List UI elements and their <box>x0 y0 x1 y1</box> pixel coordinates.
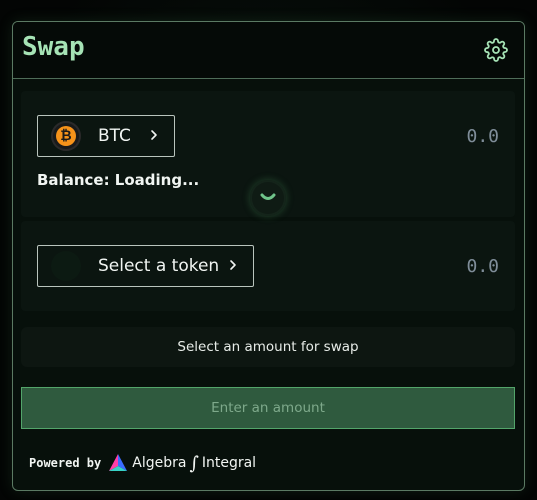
to-token-select-button[interactable]: Select a token <box>37 245 254 287</box>
algebra-brand: Algebra <box>132 455 187 471</box>
chevron-right-icon <box>230 260 236 270</box>
from-token-symbol: BTC <box>98 126 131 146</box>
bitcoin-symbol: ₿ <box>56 126 76 146</box>
algebra-logo-icon <box>109 454 128 471</box>
from-amount-input[interactable]: 0.0 <box>466 126 499 147</box>
enter-amount-button[interactable]: Enter an amount <box>21 387 515 429</box>
bitcoin-icon: ₿ <box>51 121 81 151</box>
to-token-panel: Select a token 0.0 <box>21 221 515 311</box>
gear-icon <box>484 38 508 62</box>
from-token-select-button[interactable]: ₿ BTC <box>37 115 175 157</box>
integral-label: Integral <box>201 455 257 471</box>
chevron-down-icon <box>260 193 276 200</box>
swap-header: Swap <box>13 22 524 79</box>
chevron-right-icon <box>151 130 157 140</box>
powered-by-footer: Powered by Algebra ∫ Integral <box>29 452 256 474</box>
swap-direction-button[interactable] <box>250 180 286 216</box>
integral-icon: ∫ <box>189 452 199 474</box>
from-balance: Balance: Loading... <box>37 171 200 189</box>
powered-by-label: Powered by <box>29 456 102 470</box>
swap-info-message: Select an amount for swap <box>21 327 515 367</box>
page-title: Swap <box>22 32 85 62</box>
to-token-label: Select a token <box>98 256 220 276</box>
to-amount-input[interactable]: 0.0 <box>466 256 499 277</box>
swap-card: Swap ₿ BTC 0.0 Balance: Loading... Selec… <box>12 21 525 491</box>
settings-button[interactable] <box>484 38 508 62</box>
empty-token-icon <box>51 251 81 281</box>
